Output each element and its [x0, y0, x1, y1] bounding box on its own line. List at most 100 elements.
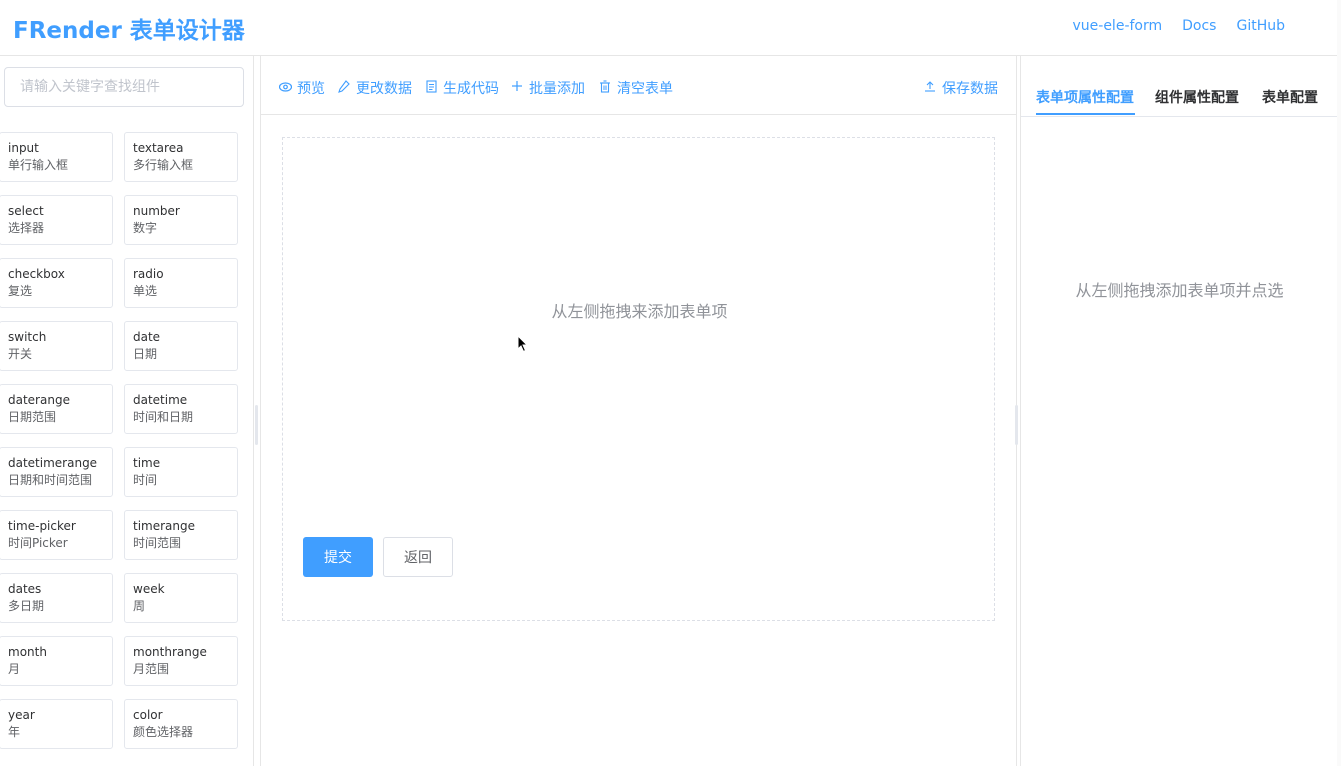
mouse-pointer-icon: [517, 335, 529, 353]
component-name: datetime: [133, 393, 188, 407]
left-resize-handle[interactable]: [255, 405, 258, 445]
component-desc: 年: [8, 725, 21, 739]
nav-link-docs[interactable]: Docs: [1182, 18, 1216, 34]
component-desc: 日期范围: [8, 410, 57, 424]
plus-icon: [510, 80, 524, 96]
component-desc: 时间和日期: [133, 410, 194, 424]
edit-data-label: 更改数据: [356, 81, 412, 97]
submit-button[interactable]: 提交: [303, 537, 373, 577]
component-item-month[interactable]: month 月: [0, 636, 113, 686]
component-name: month: [8, 645, 47, 659]
tab-item-props[interactable]: 表单项属性配置: [1036, 87, 1134, 107]
component-item-year[interactable]: year 年: [0, 699, 113, 749]
component-item-monthrange[interactable]: monthrange 月范围: [124, 636, 238, 686]
component-item-number[interactable]: number 数字: [124, 195, 238, 245]
document-icon: [424, 79, 438, 97]
component-desc: 月: [8, 662, 21, 676]
component-search-input[interactable]: [4, 67, 244, 107]
property-panel: 表单项属性配置 组件属性配置 表单配置 从左侧拖拽添加表单项并点选: [1020, 56, 1338, 766]
component-desc: 多行输入框: [133, 158, 194, 172]
component-desc: 复选: [8, 284, 33, 298]
component-item-input[interactable]: input 单行输入框: [0, 132, 113, 182]
component-item-color[interactable]: color 颜色选择器: [124, 699, 238, 749]
component-name: daterange: [8, 393, 70, 407]
toolbar: 预览 更改数据 生成代码 批量添加 清空表单 保存数据: [261, 56, 1016, 115]
preview-button[interactable]: 预览: [278, 78, 325, 98]
component-item-dates[interactable]: dates 多日期: [0, 573, 113, 623]
component-item-timerange[interactable]: timerange 时间范围: [124, 510, 238, 560]
clear-form-label: 清空表单: [617, 81, 673, 97]
design-area: 预览 更改数据 生成代码 批量添加 清空表单 保存数据 从左侧拖拽来添加表单项 …: [260, 56, 1017, 766]
component-desc: 选择器: [8, 221, 45, 235]
app-logo: FRender 表单设计器: [13, 18, 245, 44]
component-item-switch[interactable]: switch 开关: [0, 321, 113, 371]
app-header: FRender 表单设计器 vue-ele-form Docs GitHub: [0, 0, 1341, 56]
component-desc: 开关: [8, 347, 33, 361]
component-desc: 日期: [133, 347, 158, 361]
component-item-time[interactable]: time 时间: [124, 447, 238, 497]
component-item-date[interactable]: date 日期: [124, 321, 238, 371]
tab-form-config[interactable]: 表单配置: [1262, 87, 1318, 107]
property-empty-tip: 从左侧拖拽添加表单项并点选: [1075, 281, 1284, 300]
component-item-textarea[interactable]: textarea 多行输入框: [124, 132, 238, 182]
nav-link-vue-ele-form[interactable]: vue-ele-form: [1073, 18, 1163, 34]
component-item-datetimerange[interactable]: datetimerange 日期和时间范围: [0, 447, 113, 497]
tab-component-props[interactable]: 组件属性配置: [1155, 87, 1239, 107]
component-name: select: [8, 204, 44, 218]
nav-link-github[interactable]: GitHub: [1236, 18, 1285, 34]
trash-icon: [598, 79, 612, 97]
component-desc: 单选: [133, 284, 158, 298]
edit-data-button[interactable]: 更改数据: [337, 78, 412, 98]
right-resize-handle[interactable]: [1015, 405, 1018, 445]
component-desc: 月范围: [133, 662, 170, 676]
active-tab-indicator: [1036, 113, 1135, 115]
component-name: color: [133, 708, 163, 722]
component-desc: 时间: [133, 473, 158, 487]
component-item-week[interactable]: week 周: [124, 573, 238, 623]
component-name: time-picker: [8, 519, 76, 533]
save-data-label: 保存数据: [942, 81, 998, 97]
page-scrollbar[interactable]: [1337, 0, 1341, 766]
batch-add-label: 批量添加: [529, 81, 585, 97]
save-data-button[interactable]: 保存数据: [923, 78, 998, 98]
form-canvas-dropzone[interactable]: 从左侧拖拽来添加表单项 提交 返回: [282, 137, 995, 621]
upload-icon: [923, 80, 937, 96]
component-desc: 单行输入框: [8, 158, 69, 172]
component-name: dates: [8, 582, 42, 596]
component-name: checkbox: [8, 267, 65, 281]
eye-icon: [278, 81, 292, 96]
component-desc: 时间范围: [133, 536, 182, 550]
top-nav: vue-ele-form Docs GitHub: [1073, 18, 1286, 34]
component-item-datetime[interactable]: datetime 时间和日期: [124, 384, 238, 434]
batch-add-button[interactable]: 批量添加: [510, 78, 585, 98]
component-name: number: [133, 204, 180, 218]
component-item-select[interactable]: select 选择器: [0, 195, 113, 245]
component-name: timerange: [133, 519, 196, 533]
edit-icon: [337, 79, 351, 97]
canvas-empty-tip: 从左侧拖拽来添加表单项: [551, 302, 728, 321]
component-panel: input 单行输入框 textarea 多行输入框 select 选择器 number 数字…: [0, 56, 254, 766]
component-desc: 颜色选择器: [133, 725, 194, 739]
component-name: textarea: [133, 141, 184, 155]
component-item-daterange[interactable]: daterange 日期范围: [0, 384, 113, 434]
component-name: week: [133, 582, 165, 596]
component-name: monthrange: [133, 645, 207, 659]
component-item-time-picker[interactable]: time-picker 时间Picker: [0, 510, 113, 560]
generate-code-label: 生成代码: [443, 81, 499, 97]
component-item-checkbox[interactable]: checkbox 复选: [0, 258, 113, 308]
component-desc: 日期和时间范围: [8, 473, 93, 487]
component-desc: 数字: [133, 221, 158, 235]
component-name: year: [8, 708, 35, 722]
component-name: switch: [8, 330, 47, 344]
generate-code-button[interactable]: 生成代码: [424, 78, 499, 98]
component-desc: 周: [133, 599, 146, 613]
component-desc: 多日期: [8, 599, 45, 613]
component-name: radio: [133, 267, 164, 281]
back-button[interactable]: 返回: [383, 537, 453, 577]
component-name: date: [133, 330, 161, 344]
clear-form-button[interactable]: 清空表单: [598, 78, 673, 98]
preview-label: 预览: [297, 81, 325, 97]
component-item-radio[interactable]: radio 单选: [124, 258, 238, 308]
component-name: input: [8, 141, 39, 155]
component-name: datetimerange: [8, 456, 98, 470]
